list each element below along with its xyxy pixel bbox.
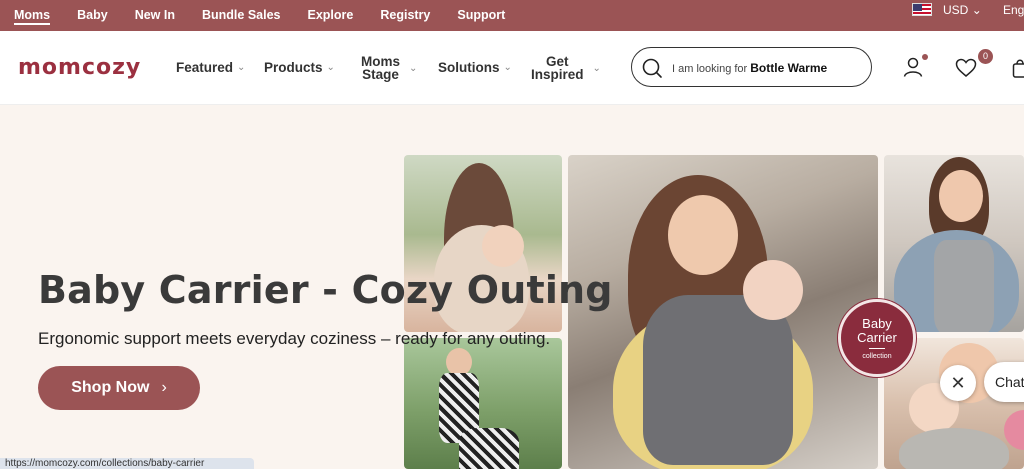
hero-title: Baby Carrier - Cozy Outing: [38, 268, 613, 312]
chevron-right-icon: ›: [161, 379, 167, 396]
search-placeholder: I am looking for Bottle Warme: [672, 61, 827, 75]
top-nav-baby[interactable]: Baby: [77, 0, 108, 31]
heart-icon[interactable]: [955, 58, 977, 78]
shop-now-label: Shop Now: [71, 379, 150, 396]
chevron-down-icon: ⌄: [237, 62, 246, 73]
shop-now-button[interactable]: Shop Now ›: [38, 366, 200, 410]
top-nav-support[interactable]: Support: [457, 0, 505, 31]
nav-moms-stage-line2: Stage: [362, 67, 399, 82]
momcozy-logo[interactable]: momcozy: [18, 55, 141, 80]
top-nav-new-in[interactable]: New In: [135, 0, 175, 31]
close-chat-button[interactable]: ✕: [940, 365, 976, 401]
top-nav-moms[interactable]: Moms: [14, 0, 51, 31]
seal-line-2: Carrier: [857, 330, 897, 345]
language-selector[interactable]: Eng: [1003, 0, 1024, 20]
baby-carrier-collection-seal[interactable]: Baby Carrier collection: [838, 299, 916, 377]
cart-icon[interactable]: [1012, 57, 1024, 79]
search-prefix: I am looking for: [672, 63, 748, 75]
nav-featured-label: Featured: [176, 60, 234, 75]
chevron-down-icon: ⌄: [326, 62, 335, 73]
nav-moms-stage[interactable]: Moms Stage ⌄: [361, 55, 418, 82]
nav-solutions[interactable]: Solutions ⌄: [438, 60, 512, 75]
hero-photo-stroller-park: [404, 338, 562, 469]
hero-photo-mother-carrier: [568, 155, 878, 469]
top-nav: Moms Baby New In Bundle Sales Explore Re…: [14, 0, 532, 31]
browser-status-url: https://momcozy.com/collections/baby-car…: [0, 458, 254, 469]
nav-featured[interactable]: Featured ⌄: [176, 60, 245, 75]
hero-subtitle: Ergonomic support meets everyday cozines…: [38, 329, 551, 348]
seal-line-1: Baby: [862, 316, 892, 331]
chevron-down-icon: ⌄: [971, 3, 982, 17]
main-header: momcozy Featured ⌄ Products ⌄ Moms Stage ⌄…: [0, 31, 1024, 105]
us-flag-icon[interactable]: [912, 3, 932, 16]
top-nav-registry[interactable]: Registry: [380, 0, 430, 31]
chevron-down-icon: ⌄: [409, 62, 418, 74]
nav-get-inspired-line2: Inspired: [531, 67, 584, 82]
currency-selector[interactable]: USD ⌄: [943, 0, 982, 20]
notification-dot: [922, 54, 928, 60]
chat-bubble[interactable]: Chat: [984, 362, 1024, 402]
nav-products-label: Products: [264, 60, 323, 75]
top-bar: Moms Baby New In Bundle Sales Explore Re…: [0, 0, 1024, 31]
chevron-down-icon: ⌄: [503, 62, 512, 73]
seal-divider: [869, 348, 885, 349]
top-nav-bundle-sales[interactable]: Bundle Sales: [202, 0, 281, 31]
search-icon[interactable]: [641, 57, 663, 79]
nav-get-inspired[interactable]: Get Inspired ⌄: [531, 55, 601, 82]
seal-line-3: collection: [862, 353, 892, 360]
wishlist-count-badge: 0: [978, 49, 993, 64]
search-input[interactable]: I am looking for Bottle Warme: [631, 47, 872, 87]
nav-solutions-label: Solutions: [438, 60, 500, 75]
top-nav-explore[interactable]: Explore: [308, 0, 354, 31]
search-query: Bottle Warme: [750, 61, 828, 75]
chevron-down-icon: ⌄: [592, 62, 601, 74]
nav-products[interactable]: Products ⌄: [264, 60, 335, 75]
hero-photo-mother-smiling: [884, 155, 1024, 332]
currency-label: USD: [943, 3, 969, 17]
close-icon: ✕: [950, 372, 966, 393]
user-icon[interactable]: [902, 56, 924, 78]
